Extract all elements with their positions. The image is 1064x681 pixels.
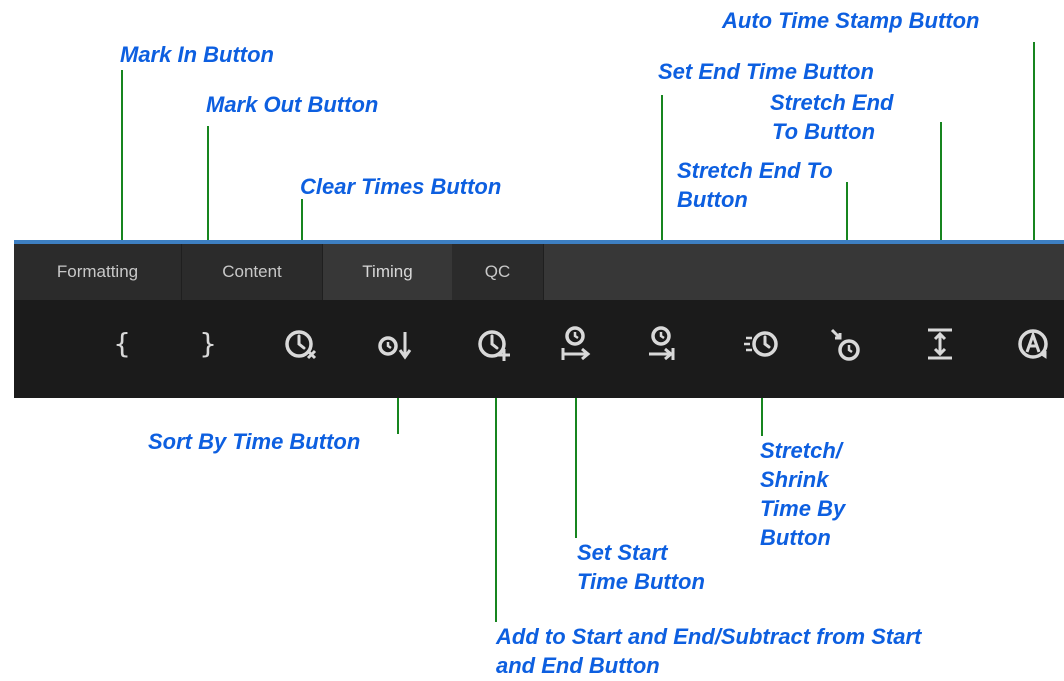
mark-out-button[interactable]: } bbox=[184, 320, 232, 368]
callout-stretch-end-to-2: Stretch End To Button bbox=[770, 88, 893, 146]
stretch-end-to-button[interactable] bbox=[822, 320, 870, 368]
tab-timing[interactable]: Timing bbox=[323, 244, 452, 300]
callout-line: Button bbox=[760, 525, 831, 550]
tab-qc[interactable]: QC bbox=[452, 244, 544, 300]
sort-by-time-icon bbox=[378, 332, 412, 360]
callout-line: and End Button bbox=[496, 653, 660, 678]
stretch-end-to-vertical-icon bbox=[928, 328, 952, 360]
tab-content[interactable]: Content bbox=[182, 244, 323, 300]
auto-time-stamp-icon bbox=[1018, 329, 1048, 359]
tab-bar: Formatting Content Timing QC bbox=[14, 240, 1064, 300]
callout-line: Button bbox=[677, 187, 748, 212]
callout-sort-by-time: Sort By Time Button bbox=[148, 429, 361, 454]
clear-times-button[interactable] bbox=[277, 320, 325, 368]
callout-line: Time Button bbox=[577, 569, 705, 594]
callout-line: Stretch End To bbox=[677, 158, 833, 183]
callout-auto-time-stamp: Auto Time Stamp Button bbox=[722, 8, 980, 33]
callout-line: Time By bbox=[760, 496, 846, 521]
leader-line bbox=[495, 366, 497, 622]
set-start-time-button[interactable] bbox=[551, 320, 599, 368]
mark-in-icon: { bbox=[113, 327, 131, 360]
mark-in-button[interactable]: { bbox=[98, 320, 146, 368]
stretch-end-to-icon bbox=[830, 328, 860, 361]
stretch-shrink-time-icon bbox=[744, 331, 778, 357]
timing-toolbar: { } bbox=[14, 300, 1064, 398]
add-subtract-time-button[interactable] bbox=[470, 320, 518, 368]
set-end-time-button[interactable] bbox=[637, 320, 685, 368]
callout-clear-times: Clear Times Button bbox=[300, 174, 502, 199]
stretch-end-to-vertical-button[interactable] bbox=[916, 320, 964, 368]
clear-times-icon bbox=[285, 330, 317, 360]
stretch-shrink-time-button[interactable] bbox=[737, 320, 785, 368]
callout-mark-in: Mark In Button bbox=[120, 42, 274, 67]
callout-line: Stretch/ bbox=[760, 438, 842, 463]
callout-set-end-time: Set End Time Button bbox=[658, 59, 874, 84]
auto-time-stamp-button[interactable] bbox=[1009, 320, 1057, 368]
callout-set-start-time: Set Start Time Button bbox=[577, 538, 705, 596]
mark-out-icon: } bbox=[199, 327, 217, 360]
callout-stretch-end-to: Stretch End To Button bbox=[677, 156, 833, 214]
tab-formatting[interactable]: Formatting bbox=[14, 244, 182, 300]
callout-mark-out: Mark Out Button bbox=[206, 92, 379, 117]
timing-panel: Formatting Content Timing QC { } bbox=[14, 240, 1064, 398]
callout-line: To Button bbox=[772, 119, 876, 144]
callout-line: Set Start bbox=[577, 540, 668, 565]
callout-line: Stretch End bbox=[770, 90, 894, 115]
sort-by-time-button[interactable] bbox=[371, 320, 419, 368]
set-start-time-icon bbox=[561, 326, 591, 361]
add-subtract-time-icon bbox=[478, 330, 510, 361]
callout-line: Shrink bbox=[760, 467, 829, 492]
callout-add-subtract: Add to Start and End/Subtract from Start… bbox=[496, 622, 921, 680]
set-end-time-icon bbox=[649, 326, 675, 361]
callout-line: Add to Start and End/Subtract from Start bbox=[496, 624, 922, 649]
callout-stretch-shrink: Stretch/ Shrink Time By Button bbox=[760, 436, 845, 552]
